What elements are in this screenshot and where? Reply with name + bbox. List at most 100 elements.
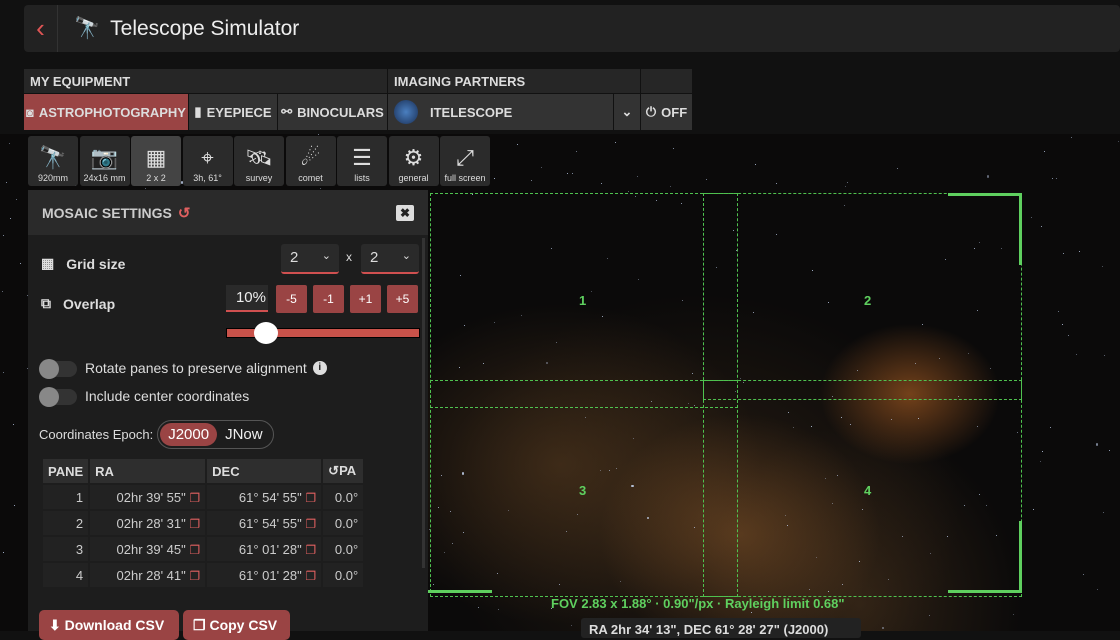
reset-icon[interactable]: ↺ xyxy=(178,204,191,222)
chevron-down-icon: ⌄ xyxy=(401,250,411,262)
star xyxy=(3,372,5,374)
star xyxy=(669,186,671,188)
overlap-input[interactable]: 10% xyxy=(226,285,268,312)
star xyxy=(775,182,777,184)
star xyxy=(896,167,898,169)
partner-dropdown-chevron-icon[interactable]: ⌄ xyxy=(614,94,640,130)
star xyxy=(16,198,18,200)
overlap-slider[interactable] xyxy=(226,322,420,344)
copy-icon[interactable]: ❐ xyxy=(305,569,316,583)
star xyxy=(1013,613,1015,615)
star xyxy=(478,607,480,609)
star xyxy=(2,290,4,292)
frame-corner xyxy=(428,521,492,593)
tool-3h-61-[interactable]: ⌖ 3h, 61° xyxy=(182,136,233,186)
tool-920mm[interactable]: 🔭 920mm xyxy=(28,136,78,186)
overlap-step-plus1[interactable]: +1 xyxy=(350,285,381,313)
star xyxy=(1108,449,1110,451)
star xyxy=(751,611,752,613)
ra-value: 02hr 28' 31" xyxy=(116,515,186,531)
frame-corner xyxy=(948,521,1022,593)
header-spacer xyxy=(641,69,692,93)
tool-survey[interactable]: 🛰 survey xyxy=(234,136,284,186)
overlap-step-plus5[interactable]: +5 xyxy=(387,285,418,313)
partner-select[interactable]: ITELESCOPE xyxy=(388,94,613,130)
close-icon[interactable]: ✖ xyxy=(396,204,414,221)
overlap-step-minus1[interactable]: -1 xyxy=(313,285,344,313)
tool-comet[interactable]: ☄ comet xyxy=(285,136,336,186)
epoch-j2000[interactable]: J2000 xyxy=(160,423,218,446)
overlap-label: Overlap xyxy=(63,295,116,312)
tab-eyepiece[interactable]: ▮ EYEPIECE xyxy=(189,94,277,130)
copy-icon[interactable]: ❐ xyxy=(189,517,200,531)
copy-icon[interactable]: ❐ xyxy=(189,569,200,583)
star xyxy=(1040,225,1042,227)
mosaic-settings-panel: MOSAIC SETTINGS ↺ ✖ ▦ Grid size 2 ⌄ x 2 ⌄ ⧉ Ov… xyxy=(28,190,428,640)
grid-rows-value: 2 xyxy=(370,249,379,266)
center-coordinates-toggle[interactable] xyxy=(39,387,77,407)
panel-title: MOSAIC SETTINGS xyxy=(42,204,172,221)
tool-2-x-2[interactable]: ▦ 2 x 2 xyxy=(131,136,181,186)
back-button[interactable]: ‹ xyxy=(24,5,58,52)
times-label: x xyxy=(346,250,352,264)
pa-cell: 0.0° xyxy=(323,563,364,587)
tab-label: EYEPIECE xyxy=(206,104,272,120)
star xyxy=(497,608,499,610)
info-icon[interactable]: i xyxy=(312,361,327,375)
star xyxy=(531,180,533,182)
star xyxy=(12,423,14,425)
dec-value: 61° 54' 55" xyxy=(238,515,302,531)
power-button[interactable]: ⏻ OFF xyxy=(641,94,692,130)
star xyxy=(1102,511,1104,513)
scrollbar[interactable] xyxy=(422,238,425,568)
epoch-jnow[interactable]: JNow xyxy=(217,423,271,446)
star xyxy=(1033,508,1035,510)
star xyxy=(1075,353,1077,355)
copy-icon[interactable]: ❐ xyxy=(305,517,316,531)
partner-label: ITELESCOPE xyxy=(430,104,513,120)
rotate-label: Rotate panes to preserve alignment xyxy=(85,360,307,376)
star xyxy=(986,175,990,178)
tab-binoculars[interactable]: ⚯ BINOCULARS xyxy=(278,94,387,130)
pa-cell: 0.0° xyxy=(323,537,364,561)
star xyxy=(1031,217,1033,219)
pane-label: 1 xyxy=(579,293,587,308)
star xyxy=(576,151,578,153)
copy-icon[interactable]: ❐ xyxy=(189,491,200,505)
grid-size-label: Grid size xyxy=(66,255,126,272)
star xyxy=(144,188,146,190)
star xyxy=(928,615,930,617)
tab-astrophotography[interactable]: ◙ ASTROPHOTOGRAPHY xyxy=(24,94,188,130)
tool-full-screen[interactable]: ⤢ full screen xyxy=(440,136,490,186)
tool-lists[interactable]: ☰ lists xyxy=(337,136,387,186)
grid-rows-select[interactable]: 2 ⌄ xyxy=(361,244,419,274)
grid-icon: ▦ xyxy=(145,145,167,170)
slider-thumb[interactable] xyxy=(253,322,278,344)
copy-icon[interactable]: ❐ xyxy=(189,543,200,557)
pane-label: 4 xyxy=(864,483,872,498)
star xyxy=(636,176,638,178)
grid-cols-select[interactable]: 2 ⌄ xyxy=(281,244,339,274)
tool-label: 24x16 mm xyxy=(83,173,126,183)
table-row: 1 02hr 39' 55" ❐ 61° 54' 55" ❐ 0.0° xyxy=(43,485,364,509)
overlap-step-minus5[interactable]: -5 xyxy=(276,285,307,313)
download-csv-button[interactable]: ⬇ Download CSV xyxy=(39,610,179,640)
star xyxy=(3,235,5,237)
frame-corner xyxy=(948,193,1022,265)
star xyxy=(20,262,22,264)
tool-24x16-mm[interactable]: 📷 24x16 mm xyxy=(79,136,130,186)
dec-cell: 61° 54' 55" ❐ xyxy=(207,485,322,509)
star xyxy=(1101,265,1103,267)
star xyxy=(570,625,572,626)
camera-icon: ◙ xyxy=(26,104,34,120)
copy-csv-button[interactable]: ❐ Copy CSV xyxy=(183,610,290,640)
copy-icon[interactable]: ❐ xyxy=(305,491,316,505)
tab-label: ASTROPHOTOGRAPHY xyxy=(38,104,186,120)
star xyxy=(881,626,885,630)
tool-general[interactable]: ⚙ general xyxy=(388,136,439,186)
star xyxy=(1041,450,1043,452)
tool-label: 920mm xyxy=(37,173,68,183)
rotate-toggle[interactable] xyxy=(39,359,77,379)
copy-icon[interactable]: ❐ xyxy=(305,543,316,557)
col-ra: RA xyxy=(90,459,206,483)
